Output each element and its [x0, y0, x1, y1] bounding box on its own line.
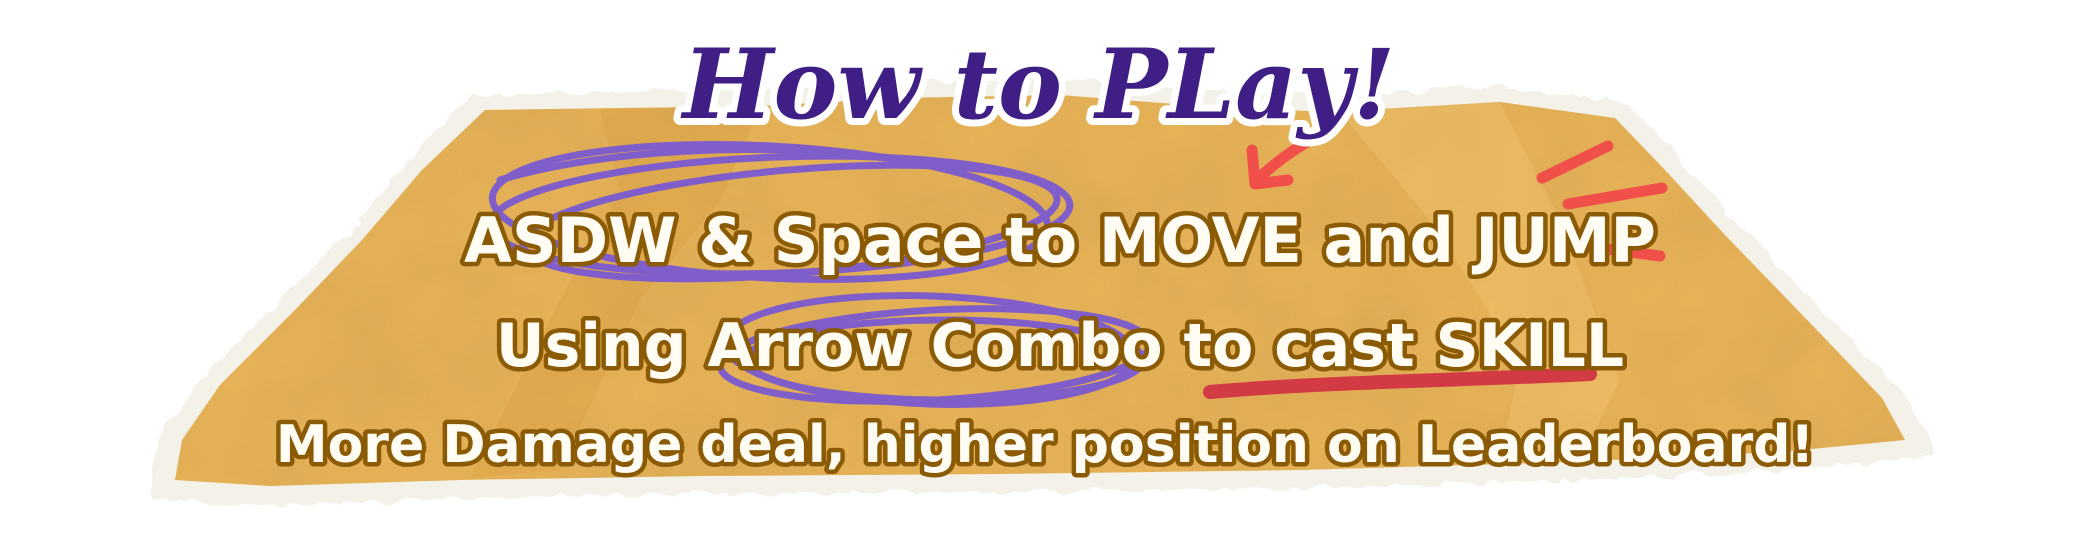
instruction-arrow-combo: Using Arrow Combo to cast SKILL: [496, 311, 1624, 381]
how-to-play-banner: How to PLay! ASDW & Space to MOVE and JU…: [0, 0, 2078, 548]
title: How to PLay!: [680, 28, 1395, 141]
banner-canvas: How to PLay! ASDW & Space to MOVE and JU…: [150, 21, 1935, 506]
instruction-move-jump: ASDW & Space to MOVE and JUMP: [464, 204, 1656, 277]
instruction-leaderboard: More Damage deal, higher position on Lea…: [276, 415, 1814, 475]
